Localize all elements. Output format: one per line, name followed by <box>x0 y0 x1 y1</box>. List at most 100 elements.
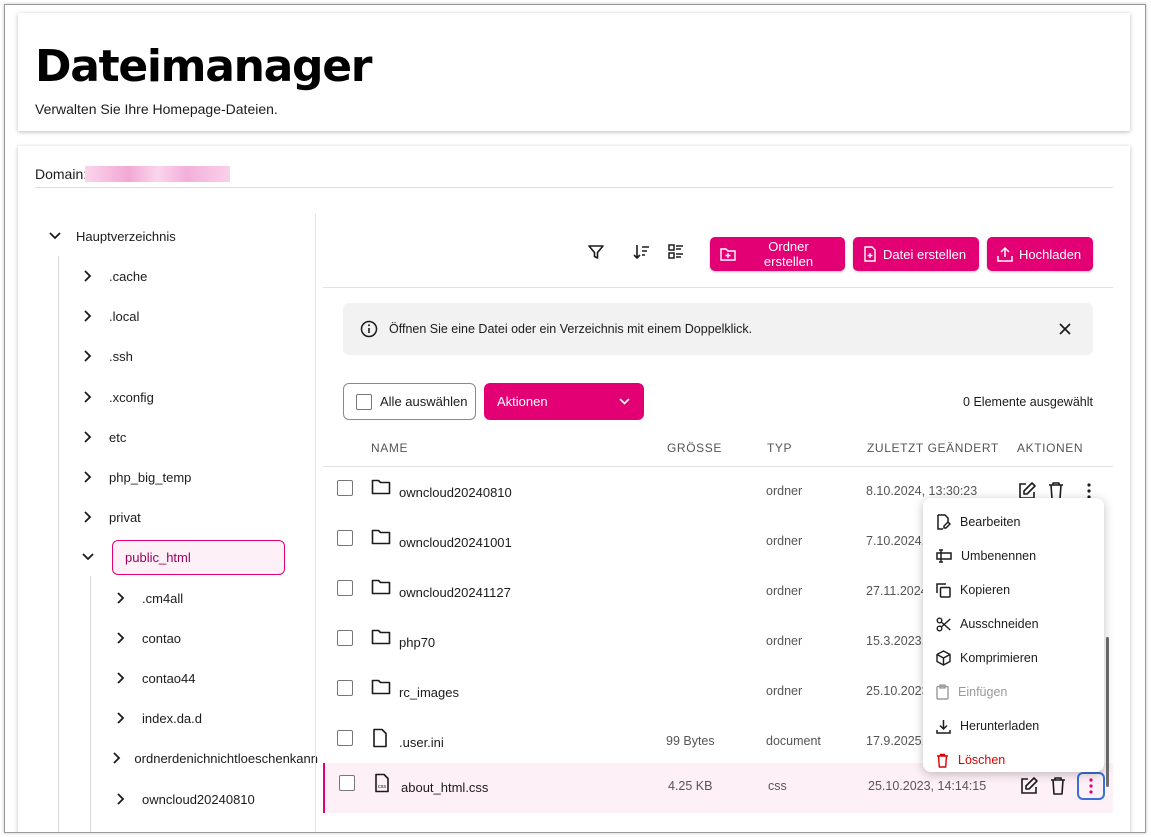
row-checkbox[interactable] <box>337 580 353 596</box>
tree-item-etc[interactable]: etc <box>77 427 126 447</box>
divider <box>323 466 1113 467</box>
tree-item-root[interactable]: Hauptverzeichnis <box>44 226 176 246</box>
menu-item-label: Komprimieren <box>960 651 1038 665</box>
tree-item-php-big-temp[interactable]: php_big_temp <box>77 467 191 487</box>
file-size: 4.25 KB <box>668 779 713 793</box>
file-date: 25.10.2023 <box>866 684 929 698</box>
tree-item-ordner[interactable]: ordnerdenichnichtloeschenkann <box>110 748 318 768</box>
menu-item-cut[interactable]: Ausschneiden <box>923 607 1104 641</box>
chevron-right-icon[interactable] <box>110 789 132 809</box>
chevron-right-icon[interactable] <box>110 668 132 688</box>
tree-item-xconfig[interactable]: .xconfig <box>77 387 154 407</box>
chevron-right-icon[interactable] <box>77 387 99 407</box>
tree-guide-line <box>90 576 91 832</box>
menu-item-download[interactable]: Herunterladen <box>923 709 1104 743</box>
column-header-modified[interactable]: ZULETZT GEÄNDERT <box>867 441 999 455</box>
column-header-name[interactable]: NAME <box>371 441 408 455</box>
domain-label: Domain: <box>35 166 88 182</box>
select-all-checkbox[interactable] <box>356 393 372 410</box>
file-type: css <box>768 779 787 793</box>
chevron-right-icon[interactable] <box>110 708 132 728</box>
svg-text:css: css <box>378 784 387 790</box>
chevron-right-icon[interactable] <box>77 467 99 487</box>
tree-item-label: .xconfig <box>109 389 154 405</box>
chevron-down-icon[interactable] <box>44 226 66 246</box>
actions-dropdown[interactable]: Aktionen <box>484 383 644 420</box>
row-checkbox[interactable] <box>337 730 353 746</box>
chevron-down-icon <box>619 398 630 405</box>
filter-icon[interactable] <box>585 241 607 263</box>
row-checkbox[interactable] <box>337 630 353 646</box>
tree-item-label: contao <box>142 630 182 646</box>
tree-item-public-html[interactable]: public_html <box>112 540 285 575</box>
column-header-size[interactable]: GRÖSSE <box>667 441 722 455</box>
chevron-right-icon[interactable] <box>77 306 99 326</box>
row-checkbox[interactable] <box>339 775 355 791</box>
tree-item-local[interactable]: .local <box>77 306 139 326</box>
sort-icon[interactable] <box>630 241 652 263</box>
tree-item-cache[interactable]: .cache <box>77 266 147 286</box>
table-row[interactable] <box>323 821 1113 832</box>
row-checkbox[interactable] <box>337 680 353 696</box>
scrollbar-thumb[interactable] <box>1106 637 1109 787</box>
tree-item-contao[interactable]: contao <box>110 628 181 648</box>
chevron-right-icon[interactable] <box>77 427 99 447</box>
tree-guide-line <box>58 256 59 832</box>
chevron-down-icon[interactable] <box>77 547 99 567</box>
upload-label: Hochladen <box>1019 246 1082 262</box>
copy-icon <box>936 582 951 598</box>
chevron-right-icon[interactable] <box>110 748 124 768</box>
folder-icon <box>371 478 391 496</box>
divider <box>35 187 1113 188</box>
view-toggle-icon[interactable] <box>665 241 687 263</box>
file-type: ordner <box>766 684 803 698</box>
tree-item-cm4all[interactable]: .cm4all <box>110 588 183 608</box>
file-date: 15.3.2023, <box>866 634 926 648</box>
create-folder-button[interactable]: Ordner erstellen <box>710 237 845 271</box>
chevron-right-icon[interactable] <box>77 507 99 527</box>
upload-button[interactable]: Hochladen <box>987 237 1093 271</box>
select-all-button[interactable]: Alle auswählen <box>343 383 476 420</box>
info-alert: Öffnen Sie eine Datei oder ein Verzeichn… <box>343 303 1093 355</box>
panel-divider <box>315 214 316 832</box>
tree-item-public-html-toggle[interactable] <box>77 547 109 567</box>
tree-item-owncloud20240810[interactable]: owncloud20240810 <box>110 789 255 809</box>
tree-item-privat[interactable]: privat <box>77 507 141 527</box>
folder-icon <box>371 678 391 696</box>
selection-count: 0 Elemente ausgewählt <box>963 395 1093 409</box>
tree-item-ssh[interactable]: .ssh <box>77 346 133 366</box>
box-icon <box>936 650 951 666</box>
folder-icon <box>371 528 391 546</box>
tree-item-index-da-d[interactable]: index.da.d <box>110 708 202 728</box>
menu-item-paste[interactable]: Einfügen <box>923 675 1104 709</box>
tree-item-label: Hauptverzeichnis <box>76 228 176 244</box>
close-icon[interactable] <box>1059 323 1071 335</box>
row-checkbox[interactable] <box>337 480 353 496</box>
row-checkbox[interactable] <box>337 530 353 546</box>
divider <box>323 287 1113 288</box>
tree-item-label: .cm4all <box>142 590 184 606</box>
edit-icon[interactable] <box>1019 776 1039 796</box>
file-name: owncloud20241001 <box>399 535 512 550</box>
column-header-type[interactable]: TYP <box>767 441 792 455</box>
chevron-right-icon[interactable] <box>77 266 99 286</box>
folder-icon <box>371 628 391 646</box>
trash-icon[interactable] <box>1049 776 1067 796</box>
chevron-right-icon[interactable] <box>110 588 132 608</box>
file-name: php70 <box>399 635 436 650</box>
menu-item-delete[interactable]: Löschen <box>923 743 1104 777</box>
chevron-right-icon[interactable] <box>77 346 99 366</box>
create-file-button[interactable]: Datei erstellen <box>853 237 979 271</box>
file-name: about_html.css <box>401 780 489 795</box>
select-all-label: Alle auswählen <box>380 394 468 409</box>
menu-item-edit[interactable]: Bearbeiten <box>923 505 1104 539</box>
menu-item-copy[interactable]: Kopieren <box>923 573 1104 607</box>
domain-value-redacted <box>85 166 230 182</box>
menu-item-label: Kopieren <box>960 583 1011 597</box>
menu-item-compress[interactable]: Komprimieren <box>923 641 1104 675</box>
chevron-right-icon[interactable] <box>110 628 132 648</box>
menu-item-rename[interactable]: Umbenennen <box>923 539 1104 573</box>
tree-item-contao44[interactable]: contao44 <box>110 668 196 688</box>
tree-item-label: .cache <box>109 268 148 284</box>
file-name: owncloud20241127 <box>399 585 511 600</box>
